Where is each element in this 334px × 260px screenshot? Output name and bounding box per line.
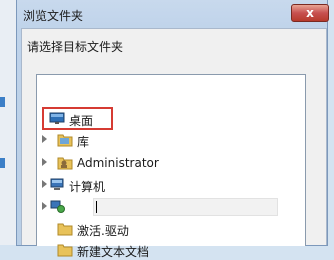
tree-item-computer[interactable]: 计算机 — [37, 175, 297, 195]
tree-item-label: 激活.驱动 — [77, 224, 129, 238]
rename-input[interactable] — [93, 198, 278, 216]
tree-item-administrator[interactable]: Administrator — [37, 153, 297, 173]
title-bar[interactable]: 浏览文件夹 x — [17, 0, 329, 28]
tree-item-label: 计算机 — [69, 180, 106, 194]
expand-arrow-icon[interactable] — [42, 202, 47, 210]
tree-item-network[interactable] — [37, 197, 307, 217]
browse-folder-dialog: 浏览文件夹 x 请选择目标文件夹 桌面 库 Administrator 计算机 … — [16, 0, 329, 259]
folder-icon — [57, 221, 73, 236]
expand-arrow-icon[interactable] — [42, 180, 47, 188]
tree-item-activate-driver[interactable]: 激活.驱动 — [37, 219, 297, 239]
tree-item-label: Administrator — [77, 156, 159, 170]
tree-item-desktop[interactable]: 桌面 — [37, 107, 297, 130]
tree-item-label: 桌面 — [69, 114, 94, 128]
folder-tree[interactable]: 桌面 库 Administrator 计算机 激活.驱动 新建文本文档 — [36, 74, 307, 259]
close-button[interactable]: x — [291, 4, 329, 22]
background-marker — [0, 158, 5, 168]
background-window-strip — [0, 0, 16, 245]
prompt-label: 请选择目标文件夹 — [27, 40, 124, 54]
text-cursor — [96, 201, 97, 213]
tree-item-new-text-document[interactable]: 新建文本文档 — [37, 240, 297, 260]
expand-arrow-icon[interactable] — [42, 135, 47, 143]
background-marker — [0, 97, 5, 107]
expand-arrow-icon[interactable] — [42, 158, 47, 166]
library-icon — [57, 132, 73, 147]
user-folder-icon — [57, 155, 73, 170]
tree-item-library[interactable]: 库 — [37, 130, 297, 150]
dialog-title: 浏览文件夹 — [23, 9, 84, 23]
tree-item-label: 库 — [77, 135, 90, 149]
desktop-icon — [49, 111, 65, 126]
computer-icon — [49, 177, 65, 192]
network-icon — [49, 199, 65, 214]
dialog-body: 请选择目标文件夹 桌面 库 Administrator 计算机 激活.驱动 新建… — [21, 28, 327, 259]
folder-icon — [57, 242, 73, 257]
tree-item-label: 新建文本文档 — [77, 245, 150, 259]
